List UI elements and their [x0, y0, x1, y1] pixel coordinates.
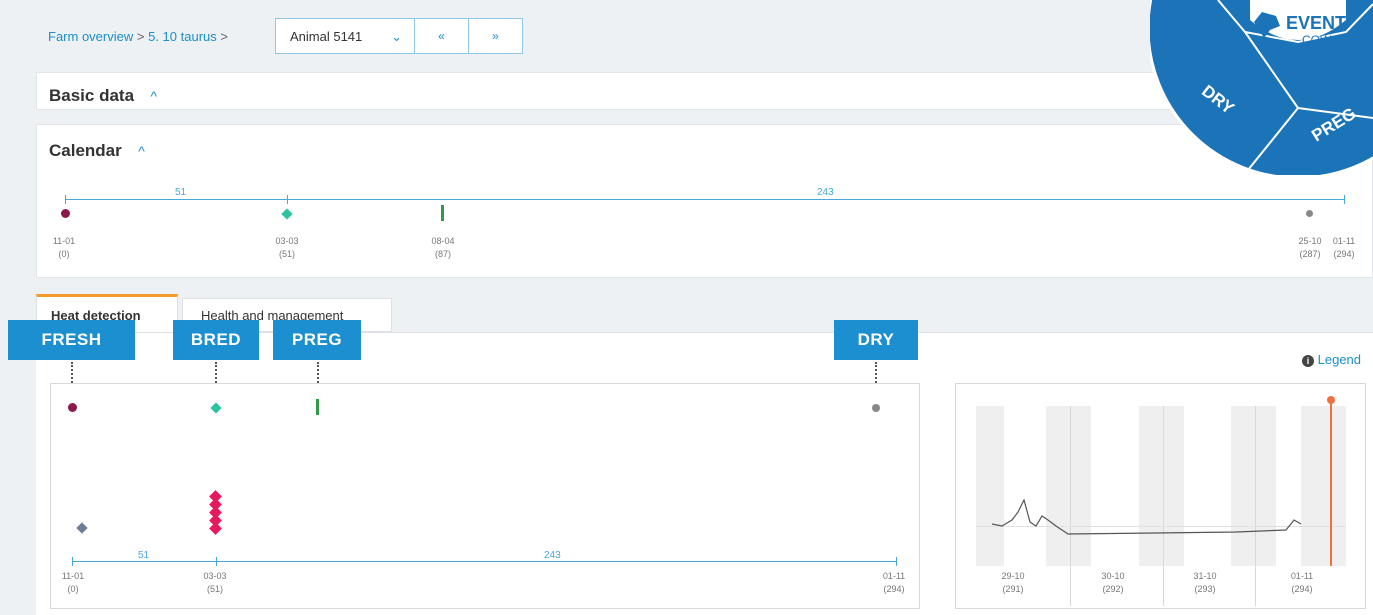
health-event-diamond[interactable] — [76, 522, 88, 534]
prev-animal-button[interactable]: « — [414, 18, 469, 54]
current-time-dot[interactable] — [1327, 396, 1335, 404]
fresh-event-dot[interactable] — [61, 209, 70, 218]
heat-event-marker[interactable] — [209, 522, 222, 535]
span-label: 243 — [544, 550, 561, 561]
chevron-down-icon: ⌄ — [391, 29, 402, 44]
bred-event-diamond[interactable] — [210, 402, 222, 414]
legend-link[interactable]: i Legend — [1302, 352, 1361, 367]
activity-tick: 31-10 (293) — [1193, 571, 1217, 594]
heat-detection-chart: 51 243 11-01 (0) 03-03 (51) 01-11 (294) — [50, 383, 920, 609]
timeline-tick — [72, 557, 73, 566]
animal-select-value: Animal 5141 — [290, 28, 363, 44]
timeline-tick — [216, 557, 217, 566]
badge-sub: COW — [1302, 33, 1332, 47]
activity-tick: 29-10 (291) — [1001, 571, 1025, 594]
activity-chart: 29-10 (291) 30-10 (292) 31-10 (293) 01-11 (2… — [955, 383, 1366, 609]
breadcrumb-separator: > — [220, 29, 228, 44]
chevron-up-icon[interactable]: ^ — [138, 143, 145, 159]
breadcrumb: Farm overview > 5. 10 taurus > — [48, 29, 228, 44]
prev-icon: « — [438, 29, 445, 43]
calendar-tick: 03-03 (51) — [275, 236, 299, 259]
breadcrumb-separator: > — [136, 29, 145, 44]
stage-label-dry: DRY — [834, 320, 918, 360]
stage-label-bred: BRED — [173, 320, 259, 360]
basic-data-header[interactable]: Basic data ^ — [49, 86, 157, 106]
span-label: 51 — [138, 550, 150, 561]
activity-tick: 30-10 (292) — [1101, 571, 1125, 594]
calendar-title: Calendar — [49, 141, 122, 160]
preg-event-bar[interactable] — [316, 399, 319, 415]
timeline-tick — [896, 557, 897, 566]
stage-label-fresh: FRESH — [8, 320, 135, 360]
dry-event-dot[interactable] — [1306, 210, 1313, 217]
calendar-tick: 11-01 (0) — [52, 236, 76, 259]
calendar-tick: 08-04 (87) — [431, 236, 455, 259]
stage-label-preg: PREG — [273, 320, 361, 360]
fresh-event-dot[interactable] — [68, 403, 77, 412]
basic-data-title: Basic data — [49, 86, 135, 105]
heat-tick: 11-01 (0) — [61, 571, 85, 594]
heat-timeline — [72, 561, 897, 562]
next-icon: » — [492, 29, 499, 43]
calendar-tick: 25-10 (287) — [1298, 236, 1322, 259]
preg-event-bar[interactable] — [441, 205, 444, 221]
chevron-up-icon[interactable]: ^ — [151, 88, 158, 104]
span-label: 243 — [817, 187, 834, 198]
badge-brand: EVENT — [1286, 13, 1347, 33]
timeline-tick — [287, 195, 288, 204]
current-time-marker — [1330, 400, 1332, 566]
info-icon: i — [1302, 355, 1314, 367]
next-animal-button[interactable]: » — [468, 18, 523, 54]
eventcow-badge: EVENT COW DRY PREG — [1150, 0, 1373, 175]
breadcrumb-group[interactable]: 5. 10 taurus — [148, 29, 217, 44]
bred-event-diamond[interactable] — [281, 208, 293, 220]
animal-select[interactable]: Animal 5141 ⌄ — [275, 18, 415, 54]
timeline-tick — [65, 195, 66, 204]
calendar-header[interactable]: Calendar ^ — [49, 141, 145, 161]
timeline-tick — [1344, 195, 1345, 204]
activity-tick: 01-11 (294) — [1290, 571, 1314, 594]
calendar-timeline — [65, 199, 1345, 200]
heat-tick: 01-11 (294) — [882, 571, 906, 594]
calendar-tick: 01-11 (294) — [1332, 236, 1356, 259]
heat-tick: 03-03 (51) — [203, 571, 227, 594]
breadcrumb-farm-overview[interactable]: Farm overview — [48, 29, 133, 44]
dry-event-dot[interactable] — [872, 404, 880, 412]
span-label: 51 — [175, 187, 187, 198]
